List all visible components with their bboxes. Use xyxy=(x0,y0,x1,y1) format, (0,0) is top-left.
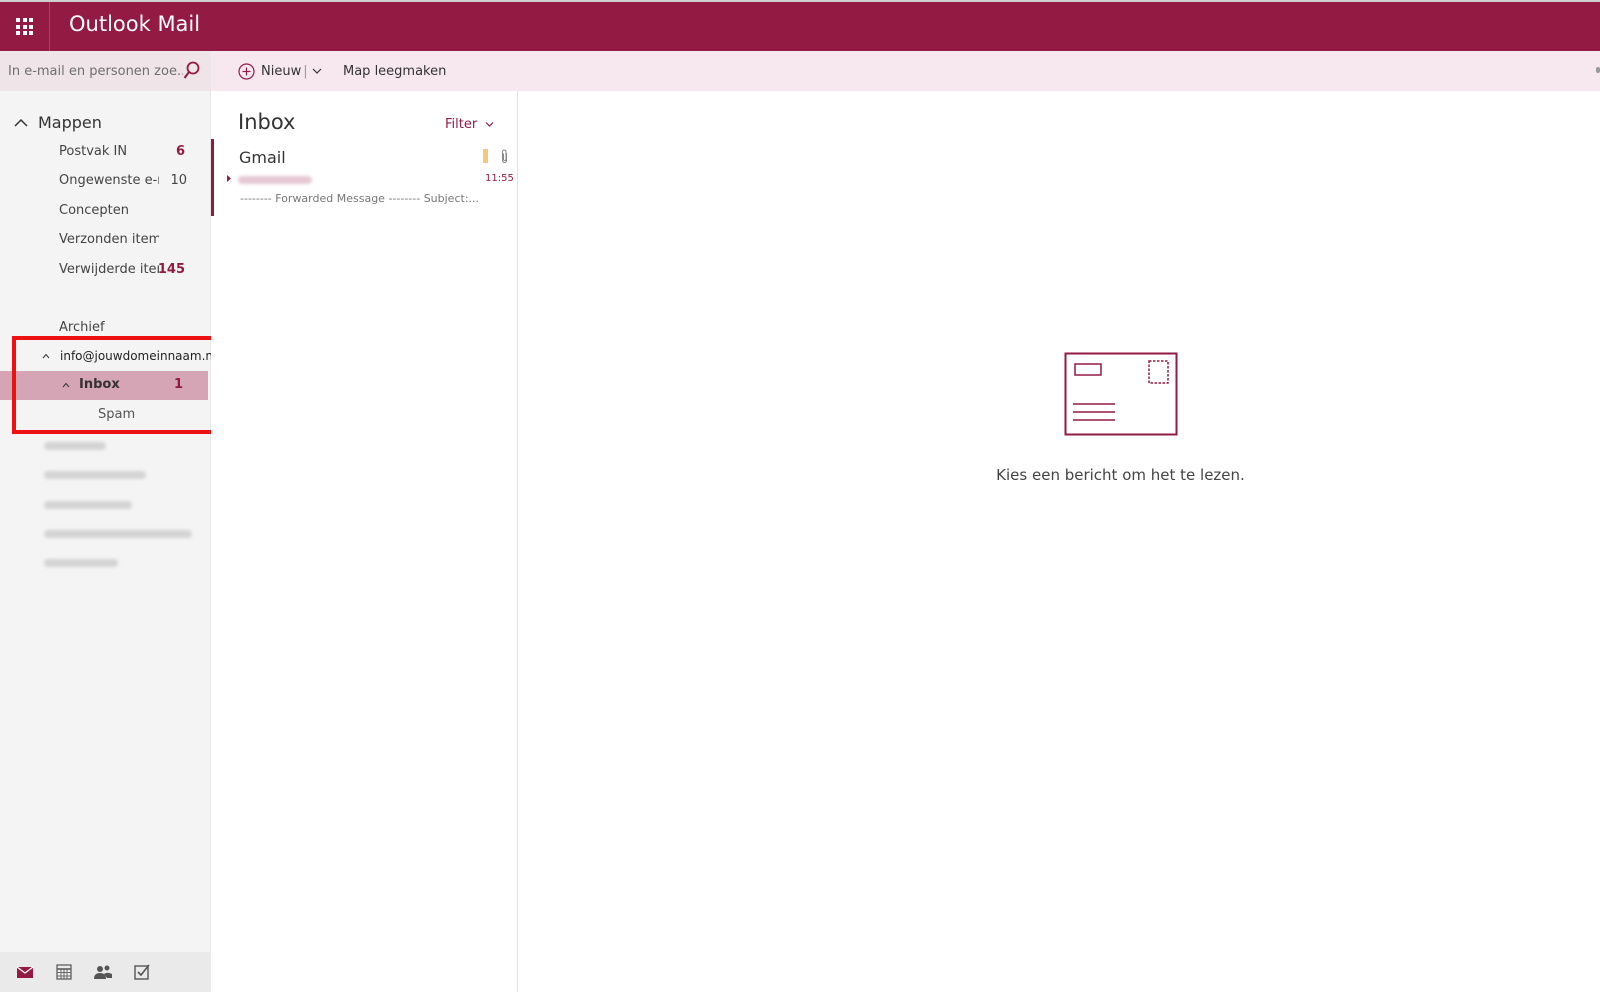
category-flag-icon xyxy=(483,149,488,163)
top-bar: Outlook Mail xyxy=(0,0,1600,51)
scroll-edge-indicator xyxy=(1596,67,1600,73)
search-icon[interactable] xyxy=(183,61,201,81)
chevron-down-icon[interactable] xyxy=(312,66,322,76)
folders-header[interactable]: Mappen xyxy=(14,113,102,132)
folder-deleted[interactable]: Verwijderde iter 145 xyxy=(59,258,199,280)
new-button-label: Nieuw xyxy=(261,63,302,79)
folder-drafts[interactable]: Concepten xyxy=(59,199,199,221)
empty-folder-button[interactable]: Map leegmaken xyxy=(343,51,446,91)
redacted-folder[interactable] xyxy=(44,559,118,567)
folder-sent[interactable]: Verzonden items xyxy=(59,228,199,250)
folder-item-count: 10 xyxy=(170,172,187,188)
folder-name: Verzonden items xyxy=(59,231,159,247)
message-time: 11:55 xyxy=(485,173,514,184)
people-icon[interactable] xyxy=(93,963,113,981)
attachment-icon xyxy=(502,149,507,164)
folder-postvak-in[interactable]: Postvak IN 6 xyxy=(59,140,199,162)
message-sender: Gmail xyxy=(239,148,286,167)
envelope-icon xyxy=(1064,352,1178,436)
reading-pane: Kies een bericht om het te lezen. xyxy=(519,91,1600,992)
app-title[interactable]: Outlook Mail xyxy=(69,12,200,36)
tasks-icon[interactable] xyxy=(132,963,152,981)
new-message-button[interactable]: Nieuw | xyxy=(238,51,322,91)
message-list: Inbox Filter Gmail 11:55 -------- Forwar… xyxy=(211,91,518,992)
chevron-down-icon xyxy=(485,122,494,127)
folder-unread-count: 145 xyxy=(157,261,185,277)
mail-icon[interactable] xyxy=(15,963,35,981)
app-launcher-icon[interactable] xyxy=(0,2,50,51)
filter-button[interactable]: Filter xyxy=(445,117,494,132)
redacted-folder[interactable] xyxy=(44,471,146,479)
empty-reading-pane-text: Kies een bericht om het te lezen. xyxy=(996,466,1245,484)
filter-label: Filter xyxy=(445,117,478,132)
chevron-up-icon xyxy=(14,118,28,127)
new-separator: | xyxy=(303,63,308,79)
redacted-folder[interactable] xyxy=(44,442,106,450)
folder-name: Archief xyxy=(59,319,105,335)
message-preview: -------- Forwarded Message -------- Subj… xyxy=(240,192,480,205)
folder-name: Concepten xyxy=(59,202,130,218)
folders-header-label: Mappen xyxy=(38,113,102,132)
folder-pane: Mappen Postvak IN 6 Ongewenste e-m 10 Co… xyxy=(0,91,229,992)
calendar-icon[interactable] xyxy=(54,963,74,981)
folder-name: Postvak IN xyxy=(59,143,128,159)
search-input[interactable] xyxy=(8,58,183,84)
message-list-title: Inbox xyxy=(238,110,296,134)
annotation-highlight-box xyxy=(12,336,229,434)
folder-archive[interactable]: Archief xyxy=(59,316,199,338)
search-box xyxy=(0,51,211,91)
folder-unread-count: 6 xyxy=(175,143,185,159)
redacted-folder[interactable] xyxy=(44,501,132,509)
folder-name: Verwijderde iter xyxy=(59,261,159,277)
redacted-subject xyxy=(238,176,312,184)
redacted-folder[interactable] xyxy=(44,530,192,538)
folder-junk[interactable]: Ongewenste e-m 10 xyxy=(59,169,199,191)
caret-right-icon[interactable] xyxy=(227,175,231,182)
add-circle-icon xyxy=(238,62,255,80)
folder-name: Ongewenste e-m xyxy=(59,172,159,188)
command-bar: Nieuw | Map leegmaken xyxy=(0,51,1600,91)
module-switcher xyxy=(0,952,211,992)
message-item[interactable]: Gmail 11:55 -------- Forwarded Message -… xyxy=(211,139,518,216)
